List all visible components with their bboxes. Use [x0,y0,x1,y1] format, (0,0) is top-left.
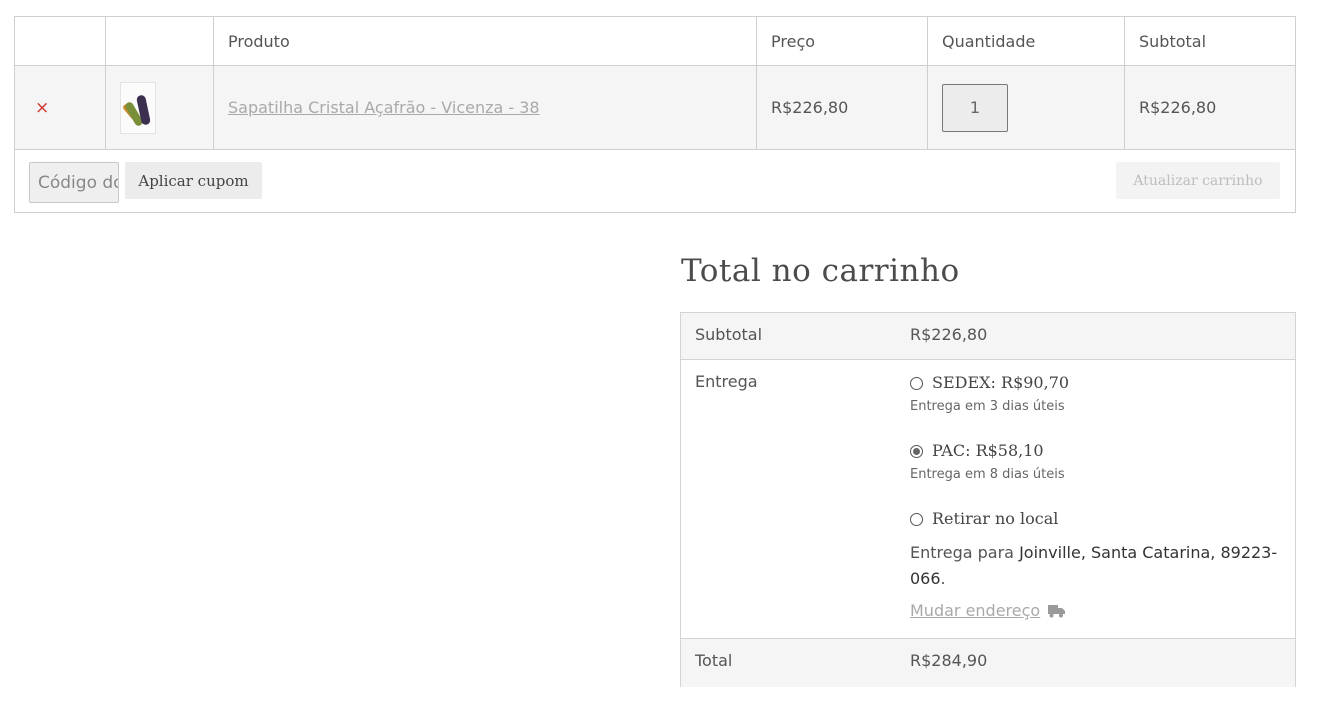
sedex-label[interactable]: SEDEX: R$90,70 [932,373,1069,392]
header-price: Preço [757,17,928,65]
pac-radio[interactable] [910,445,923,458]
totals-shipping-row: Entrega SEDEX: R$90,70 Entrega em 3 dias… [681,360,1295,639]
header-subtotal: Subtotal [1139,31,1207,51]
product-link[interactable]: Sapatilha Cristal Açafrão - Vicenza - 38 [228,98,540,117]
price-cell: R$226,80 [757,66,928,149]
thumbnail-cell [106,66,214,149]
pickup-label[interactable]: Retirar no local [932,509,1058,528]
cart-actions: Código do cupom Aplicar cupom Atualizar … [15,150,1295,213]
header-thumbnail [106,17,214,65]
subtotal-label: Subtotal [695,325,763,344]
update-cart-button[interactable]: Atualizar carrinho [1116,162,1280,199]
quantity-cell: 1 [928,66,1125,149]
cart-table-header: Produto Preço Quantidade Subtotal [15,17,1295,66]
totals-subtotal-row: Subtotal R$226,80 [681,313,1295,360]
item-subtotal: R$226,80 [1139,98,1217,117]
header-quantity: Quantidade [928,17,1125,65]
shipping-label: Entrega [695,372,758,391]
cart-totals-table: Subtotal R$226,80 Entrega SEDEX: R$90,70… [680,312,1296,687]
close-icon[interactable]: × [35,98,49,118]
quantity-input[interactable]: 1 [942,83,1008,132]
product-thumbnail[interactable] [120,81,156,134]
cart-item-row: × Sapatilha Cristal Açafrão - Vicenza - … [15,66,1295,150]
destination-prefix: Entrega para [910,543,1020,562]
pac-desc: Entrega em 8 dias úteis [910,467,1065,482]
truck-icon[interactable] [1048,604,1065,618]
header-remove [15,17,106,65]
total-value: R$284,90 [910,651,988,670]
remove-cell: × [15,66,106,149]
total-label: Total [695,651,733,670]
apply-coupon-button[interactable]: Aplicar cupom [125,162,262,199]
pac-label[interactable]: PAC: R$58,10 [932,441,1044,460]
subtotal-value: R$226,80 [910,325,988,344]
coupon-input[interactable]: Código do cupom [29,162,119,203]
pickup-radio[interactable] [910,513,923,526]
sedex-radio[interactable] [910,377,923,390]
totals-total-row: Total R$284,90 [681,639,1295,687]
change-address-link[interactable]: Mudar endereço [910,601,1040,620]
shipping-destination: Entrega para Joinville, Santa Catarina, … [910,540,1280,592]
product-cell: Sapatilha Cristal Açafrão - Vicenza - 38 [214,66,757,149]
header-product: Produto [214,17,757,65]
cart-table: Produto Preço Quantidade Subtotal × Sapa… [14,16,1296,213]
sedex-desc: Entrega em 3 dias úteis [910,399,1065,414]
cart-totals-title: Total no carrinho [681,253,960,289]
destination-suffix: . [940,569,946,588]
